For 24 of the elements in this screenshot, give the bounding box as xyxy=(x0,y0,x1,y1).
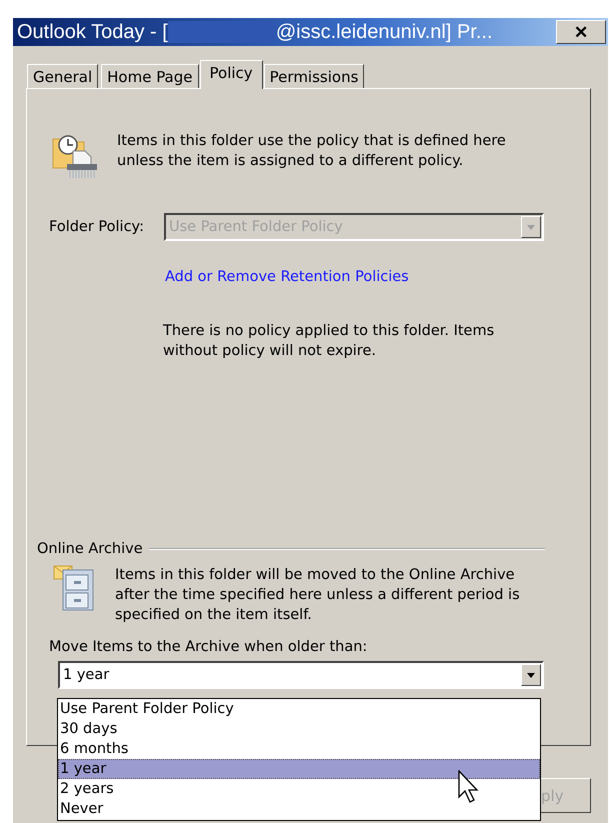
caret-icon xyxy=(527,224,535,230)
policy-status-text: There is no policy applied to this folder. Items without policy will not expire. xyxy=(163,322,496,361)
field-label: Move Items to the Archive when older than: xyxy=(49,639,368,655)
field-label: Folder Policy: xyxy=(49,219,145,235)
dropdown-option[interactable]: 1 year xyxy=(58,759,540,779)
tab[interactable]: Policy xyxy=(200,60,263,89)
archive-age-dropdown[interactable]: 1 year xyxy=(58,661,544,689)
policy-description: Items in this folder use the policy that is defined here unless the item is assigned to a different policy. xyxy=(117,132,507,171)
caret-icon xyxy=(527,672,535,678)
tab[interactable]: Permissions xyxy=(264,64,364,88)
archive-description: Items in this folder will be moved to the Online Archive after the time specified here unless a different period is specified on the item itself. xyxy=(115,566,521,625)
dropdown-option[interactable]: 30 days xyxy=(58,719,540,739)
window-title: @issc.leidenuniv.nl] Pr... xyxy=(276,20,493,44)
dropdown-option[interactable]: 2 years xyxy=(58,779,540,799)
dropdown-option[interactable]: Use Parent Folder Policy xyxy=(58,699,540,719)
tab[interactable]: General xyxy=(27,64,98,88)
group-heading: Online Archive xyxy=(37,541,143,557)
retention-policies-link[interactable]: Add or Remove Retention Policies xyxy=(165,269,409,285)
cursor-icon xyxy=(458,770,480,804)
close-button[interactable]: ✕ xyxy=(556,20,606,44)
tab[interactable]: Home Page xyxy=(101,64,199,88)
window-title: Outlook Today - [ xyxy=(17,20,168,44)
dropdown-option[interactable]: 6 months xyxy=(58,739,540,759)
dropdown-option[interactable]: Never xyxy=(58,799,540,819)
